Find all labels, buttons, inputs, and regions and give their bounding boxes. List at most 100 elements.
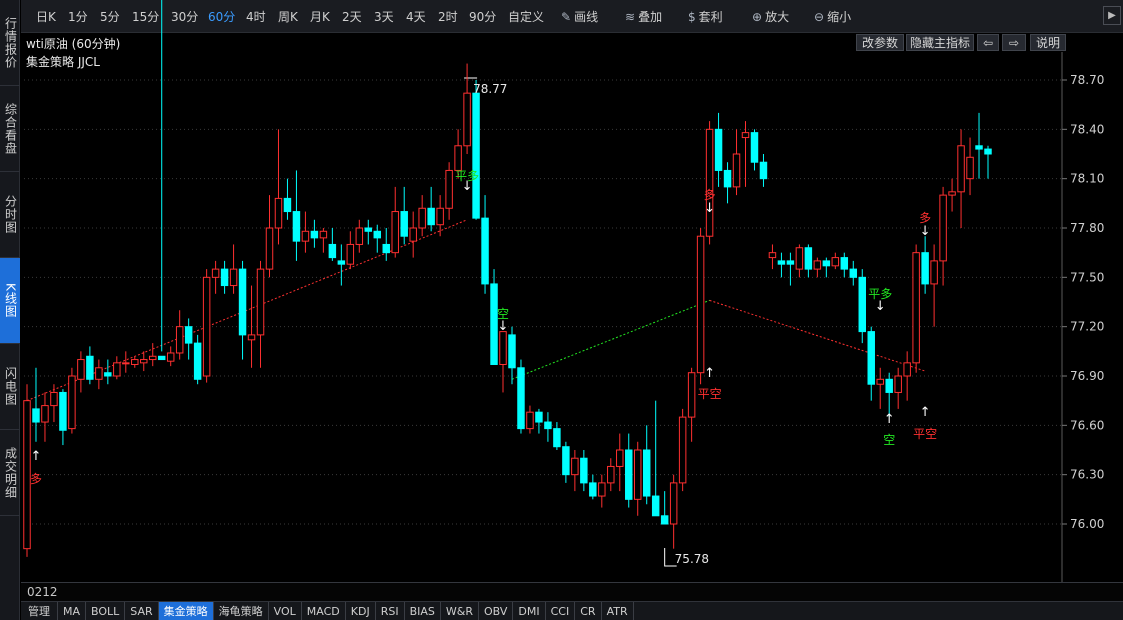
candle-body xyxy=(59,391,67,431)
indicator-tab-5[interactable]: 海龟策略 xyxy=(214,602,269,620)
indicator-tab-1[interactable]: MA xyxy=(58,602,87,620)
candle xyxy=(77,351,85,393)
candle xyxy=(481,195,489,294)
signal-label: 多 xyxy=(919,211,931,225)
candle xyxy=(589,474,597,500)
candle-body xyxy=(651,495,660,517)
candle xyxy=(975,112,983,179)
signal-label: 空 xyxy=(883,433,895,447)
indicator-tab-2[interactable]: BOLL xyxy=(86,602,126,620)
candle-body xyxy=(238,268,247,336)
candle xyxy=(104,359,112,385)
candle-body xyxy=(122,362,130,365)
indicator-tab-15[interactable]: CR xyxy=(575,602,602,620)
candle-body xyxy=(813,260,822,270)
indicator-tab-0[interactable]: 管理 xyxy=(21,602,58,620)
indicator-tab-13[interactable]: DMI xyxy=(513,602,546,620)
signal-label: 空 xyxy=(497,307,509,321)
candle xyxy=(894,367,902,409)
candle xyxy=(642,425,651,505)
candle-body xyxy=(310,230,319,239)
candle-body xyxy=(660,515,669,525)
candle-body xyxy=(68,375,76,430)
indicator-tab-9[interactable]: RSI xyxy=(376,602,405,620)
candle xyxy=(346,231,355,270)
candle-body xyxy=(41,405,49,423)
high-price-label: 78.77 xyxy=(473,82,507,96)
indicator-tab-14[interactable]: CCI xyxy=(546,602,576,620)
candle-body xyxy=(131,359,139,365)
arrow-up-icon: ↑ xyxy=(884,412,895,427)
signal-up-arrow: ↑多 xyxy=(30,449,42,486)
candle xyxy=(867,326,875,401)
indicator-tab-11[interactable]: W&R xyxy=(441,602,479,620)
candle-body xyxy=(732,153,741,188)
candle-body xyxy=(319,230,328,239)
candle xyxy=(625,433,633,508)
candle-body xyxy=(364,227,373,232)
candle-body xyxy=(759,161,768,180)
candle xyxy=(822,257,831,278)
indicator-tab-12[interactable]: OBV xyxy=(479,602,514,620)
signal-label: 平空 xyxy=(698,387,722,401)
candle xyxy=(23,384,31,557)
candle xyxy=(355,219,364,253)
indicator-tab-7[interactable]: MACD xyxy=(302,602,346,620)
arrow-down-icon: ↓ xyxy=(875,299,886,314)
candle xyxy=(616,433,624,492)
candle-body xyxy=(113,362,121,377)
candle xyxy=(957,129,965,228)
candle-body xyxy=(517,367,525,430)
candle xyxy=(364,219,373,245)
indicator-tab-3[interactable]: SAR xyxy=(125,602,159,620)
candle-body xyxy=(104,372,112,377)
candle xyxy=(113,356,121,380)
candle-body xyxy=(77,359,85,380)
arrow-down-icon: ↓ xyxy=(920,224,931,239)
candle xyxy=(310,219,319,248)
candle xyxy=(211,260,220,294)
candle xyxy=(571,450,579,492)
candle-body xyxy=(463,92,471,147)
indicator-tab-6[interactable]: VOL xyxy=(269,602,302,620)
candle xyxy=(140,351,148,372)
candle xyxy=(265,195,274,278)
signal-down-arrow: ↓平多 xyxy=(868,287,892,314)
candle xyxy=(903,351,911,401)
signal-down-arrow: ↓多 xyxy=(704,188,716,216)
candle-body xyxy=(580,457,588,484)
indicator-tab-4[interactable]: 集金策略 xyxy=(158,602,214,620)
candle-body xyxy=(86,355,94,380)
candle xyxy=(508,326,516,385)
candle-body xyxy=(714,128,723,171)
candle-body xyxy=(166,352,175,362)
candlestick-chart[interactable]: ↑多↓平多↓空↑平空↓多↓平多↑空↑平空↓多 78.77 75.78 78.70… xyxy=(0,0,1123,582)
candle xyxy=(193,334,202,385)
candle xyxy=(750,129,759,171)
candle-body xyxy=(328,243,337,259)
candle-body xyxy=(454,145,462,171)
indicator-tab-16[interactable]: ATR xyxy=(602,602,634,620)
candle-body xyxy=(849,268,858,278)
candle xyxy=(714,112,723,187)
candle-body xyxy=(625,449,633,500)
candle xyxy=(705,121,714,245)
candle xyxy=(939,186,947,286)
candle-body xyxy=(292,211,301,242)
candle xyxy=(678,408,687,492)
candle xyxy=(786,252,795,286)
arrow-down-icon: ↓ xyxy=(704,201,715,216)
candle-body xyxy=(795,247,804,270)
indicator-tab-10[interactable]: BIAS xyxy=(405,602,441,620)
candle-body xyxy=(184,326,193,344)
candle-body xyxy=(678,416,687,484)
candle xyxy=(238,260,247,360)
trend-line xyxy=(511,299,710,380)
candle-body xyxy=(95,367,103,380)
indicator-tab-8[interactable]: KDJ xyxy=(346,602,376,620)
candle-body xyxy=(337,260,346,265)
candle xyxy=(427,186,435,232)
candle xyxy=(391,186,399,258)
candle-body xyxy=(948,191,956,196)
candle xyxy=(526,405,534,434)
